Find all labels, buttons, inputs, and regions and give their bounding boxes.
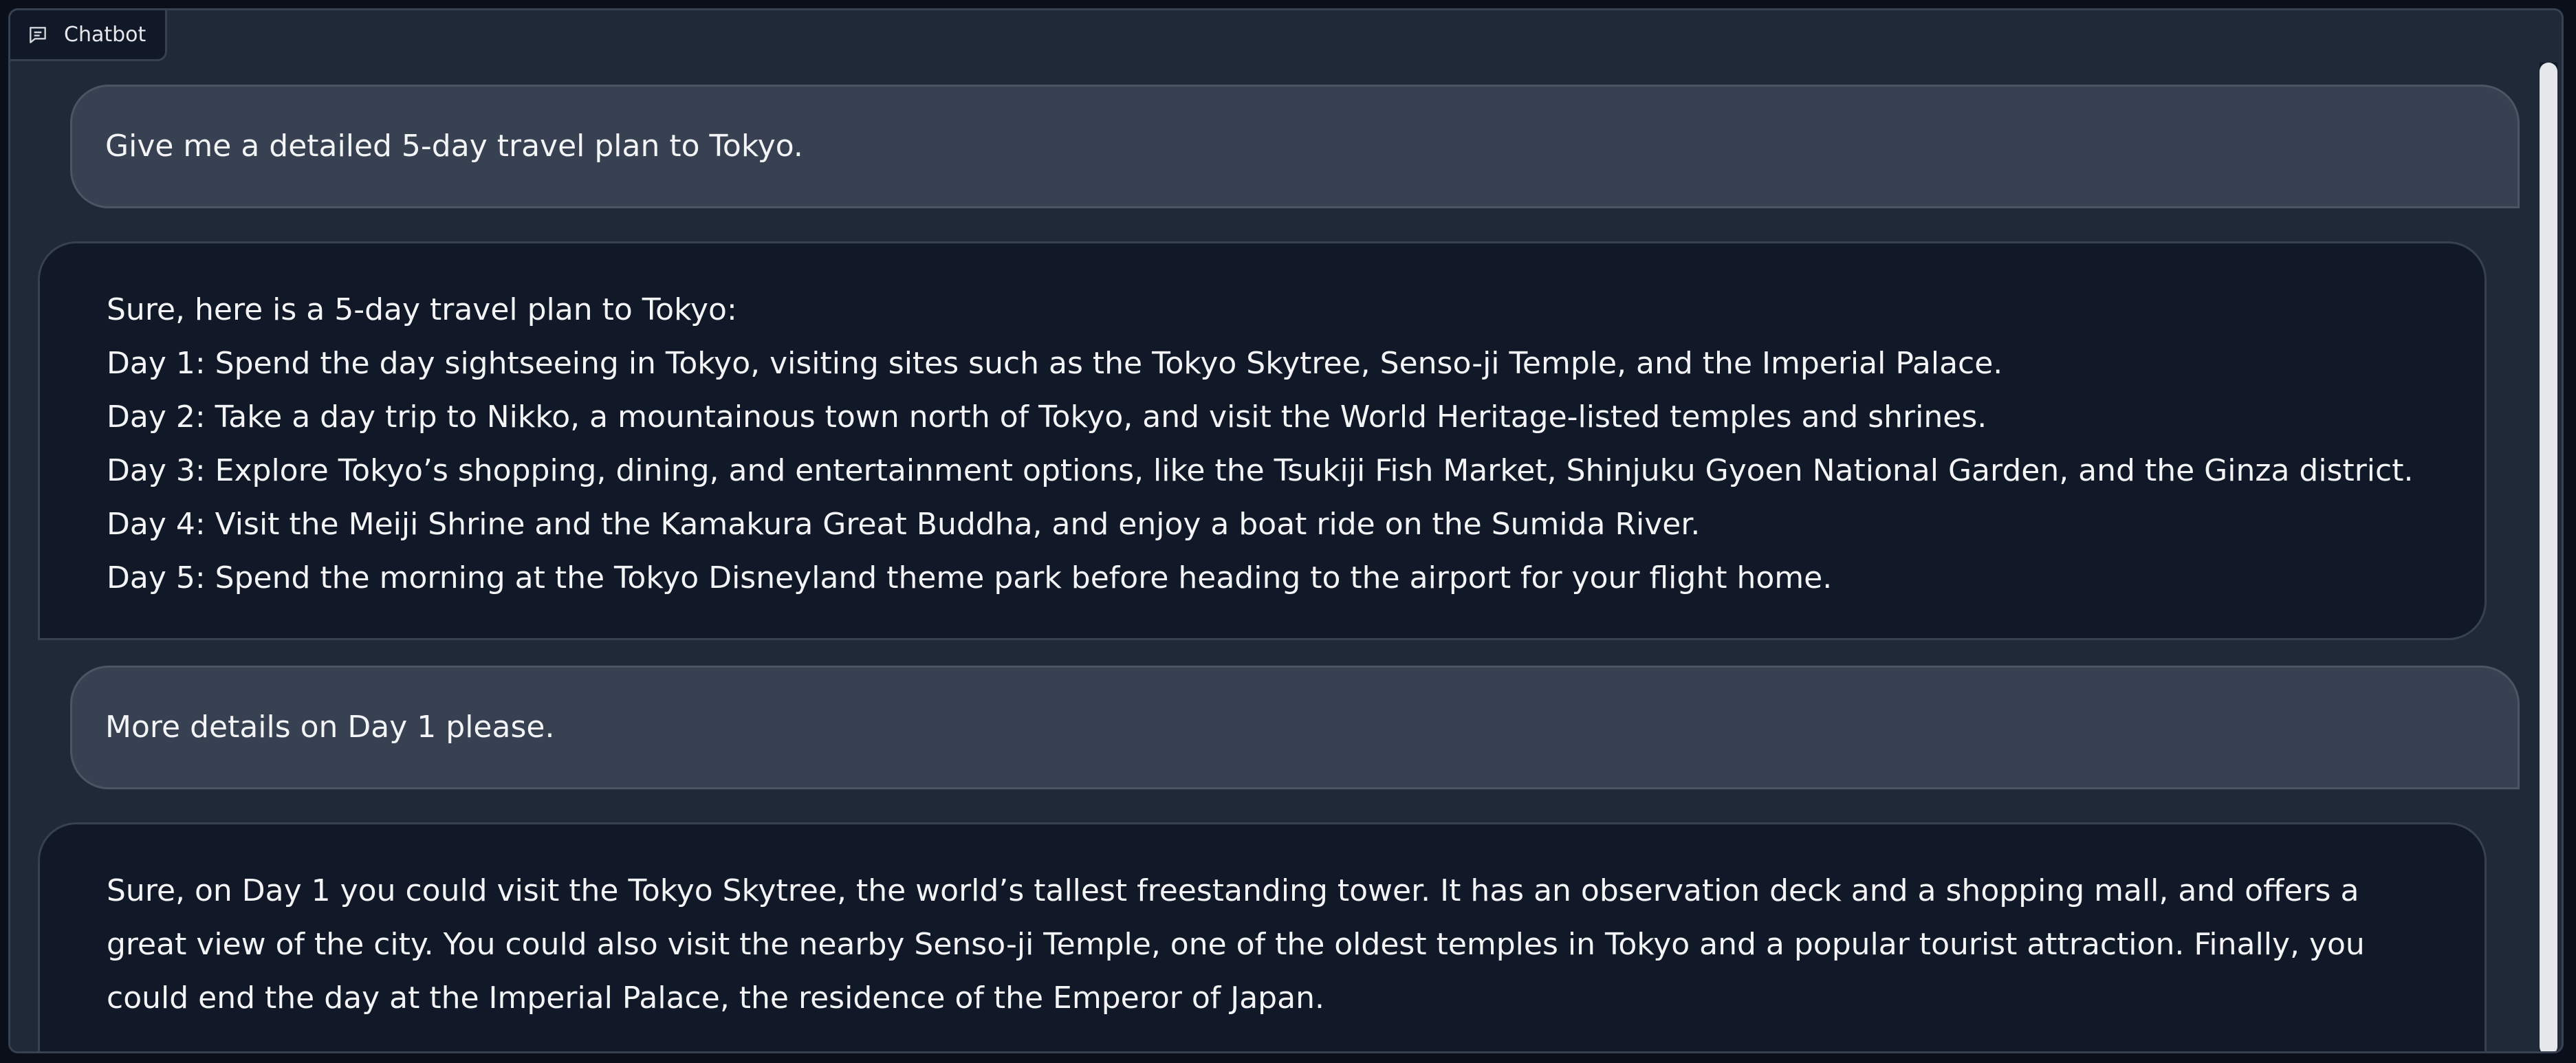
bot-message: Sure, on Day 1 you could visit the Tokyo… [38, 822, 2487, 1051]
bot-message: Sure, here is a 5-day travel plan to Tok… [38, 241, 2487, 640]
user-message-text: More details on Day 1 please. [105, 710, 555, 745]
bot-message-line: Day 4: Visit the Meiji Shrine and the Ka… [107, 507, 1701, 542]
chatbot-label: Chatbot [10, 10, 168, 61]
chat-scrollbar[interactable] [2540, 63, 2557, 1051]
chatbot-label-text: Chatbot [64, 23, 146, 47]
chat-scrollbar-thumb[interactable] [2540, 63, 2557, 1051]
chat-bubble-icon [27, 24, 49, 46]
bot-message-line: Day 2: Take a day trip to Nikko, a mount… [107, 399, 1987, 435]
user-message: Give me a detailed 5-day travel plan to … [70, 85, 2520, 208]
bot-message-line: Day 3: Explore Tokyo’s shopping, dining,… [107, 453, 2414, 488]
bot-message-line: Sure, here is a 5-day travel plan to Tok… [107, 292, 737, 327]
user-message-text: Give me a detailed 5-day travel plan to … [105, 129, 803, 164]
bot-message-line: Day 1: Spend the day sightseeing in Toky… [107, 346, 2003, 381]
user-message: More details on Day 1 please. [70, 666, 2520, 789]
bot-message-line: Day 5: Spend the morning at the Tokyo Di… [107, 560, 1833, 595]
bot-message-paragraph: Sure, on Day 1 you could visit the Tokyo… [107, 873, 2365, 1016]
chat-history[interactable]: Give me a detailed 5-day travel plan to … [10, 10, 2534, 1051]
chatbot-panel: Chatbot Give me a detailed 5-day travel … [8, 8, 2564, 1053]
